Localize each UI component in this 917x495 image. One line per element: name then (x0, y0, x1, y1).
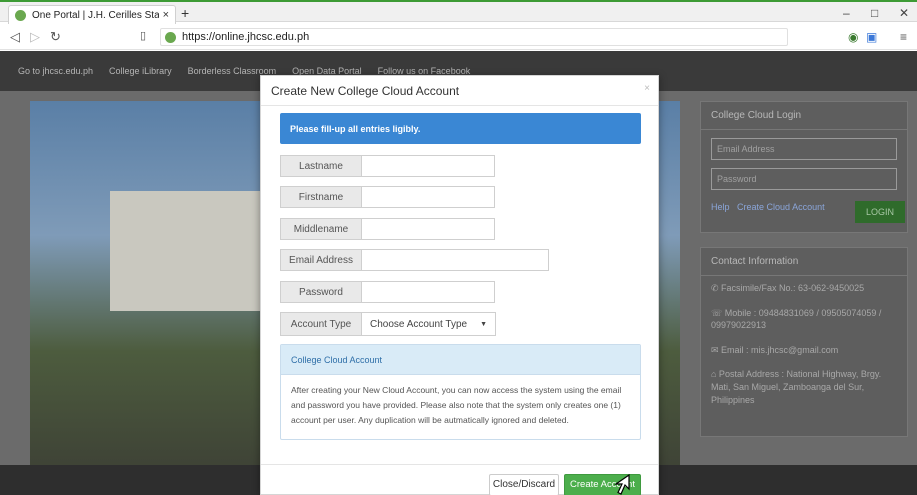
extension-icon-2[interactable]: ▣ (866, 30, 877, 44)
middlename-row: Middlename (280, 218, 495, 240)
restore-button[interactable]: □ (871, 6, 878, 20)
middlename-label: Middlename (280, 218, 361, 240)
lastname-label: Lastname (280, 155, 361, 177)
login-title: College Cloud Login (701, 102, 907, 130)
firstname-row: Firstname (280, 186, 495, 208)
info-panel-body: After creating your New Cloud Account, y… (291, 385, 622, 425)
dropdown-arrow-icon: ▼ (480, 320, 487, 328)
login-button[interactable]: LOGIN (855, 201, 905, 223)
modal-header: Create New College Cloud Account × (261, 76, 658, 106)
contact-mobile: ☏ Mobile : 09484831069 / 09505074059 / 0… (711, 307, 882, 331)
reload-icon[interactable]: ↻ (50, 29, 61, 45)
account-type-label: Account Type (280, 312, 361, 336)
email-label: Email Address (280, 249, 361, 271)
browser-tab[interactable]: One Portal | J.H. Cerilles State Colle × (8, 5, 176, 24)
create-cloud-link[interactable]: Create Cloud Account (737, 202, 825, 212)
firstname-input[interactable] (361, 186, 495, 208)
password-row: Password (280, 281, 495, 303)
firstname-label: Firstname (280, 186, 361, 208)
account-info-panel: College Cloud Account After creating you… (280, 344, 641, 440)
lastname-row: Lastname (280, 155, 495, 177)
browser-tab-bar: One Portal | J.H. Cerilles State Colle ×… (0, 0, 917, 24)
help-link[interactable]: Help (711, 202, 730, 212)
password-input[interactable] (361, 281, 495, 303)
modal-title: Create New College Cloud Account (271, 84, 460, 98)
login-password-input[interactable]: Password (711, 168, 897, 190)
contact-fax: ✆ Facsimile/Fax No.: 63-062-9450025 (711, 283, 865, 293)
new-tab-button[interactable]: + (181, 5, 189, 21)
extension-icon[interactable]: ◉ (848, 30, 858, 44)
site-favicon-icon (165, 31, 176, 43)
modal-footer: Close/Discard Create Account (261, 464, 658, 495)
contact-address: ⌂ Postal Address : National Highway, Brg… (711, 369, 882, 405)
back-icon[interactable]: ◁ (10, 29, 20, 45)
email-input[interactable] (361, 249, 549, 271)
nav-link-library[interactable]: College iLibrary (109, 66, 172, 76)
minimize-button[interactable]: – (843, 6, 850, 20)
contact-email: ✉ Email : mis.jhcsc@gmail.com (711, 344, 839, 355)
middlename-input[interactable] (361, 218, 495, 240)
contact-title: Contact Information (701, 248, 907, 276)
url-text: https://online.jhcsc.edu.ph (182, 31, 310, 43)
menu-icon[interactable]: ≡ (900, 30, 907, 44)
email-row: Email Address (280, 249, 549, 271)
mouse-cursor-icon (614, 474, 630, 495)
fill-up-alert: Please fill-up all entries ligibly. (280, 113, 641, 144)
nav-link-site[interactable]: Go to jhcsc.edu.ph (18, 66, 93, 76)
contact-panel: Contact Information ✆ Facsimile/Fax No.:… (700, 247, 908, 437)
lastname-input[interactable] (361, 155, 495, 177)
account-type-row: Account Type Choose Account Type ▼ (280, 312, 496, 336)
account-type-value: Choose Account Type (370, 318, 468, 330)
bookmark-icon[interactable]: ▯ (140, 29, 146, 42)
tab-close-icon[interactable]: × (163, 9, 169, 21)
site-favicon-icon (15, 9, 26, 21)
close-discard-button[interactable]: Close/Discard (489, 474, 559, 495)
window-close-button[interactable]: ✕ (899, 6, 909, 20)
tab-title: One Portal | J.H. Cerilles State Colle (32, 9, 159, 21)
info-panel-title: College Cloud Account (281, 345, 640, 375)
modal-close-icon[interactable]: × (644, 83, 650, 94)
login-email-input[interactable]: Email Address (711, 138, 897, 160)
forward-icon[interactable]: ▷ (30, 29, 40, 45)
account-type-select[interactable]: Choose Account Type ▼ (361, 312, 496, 336)
password-label: Password (280, 281, 361, 303)
address-bar[interactable]: https://online.jhcsc.edu.ph (160, 28, 788, 46)
create-account-modal: Create New College Cloud Account × Pleas… (260, 75, 659, 495)
browser-toolbar: ◁ ▷ ↻ ▯ https://online.jhcsc.edu.ph ◉ ▣ … (0, 24, 917, 50)
